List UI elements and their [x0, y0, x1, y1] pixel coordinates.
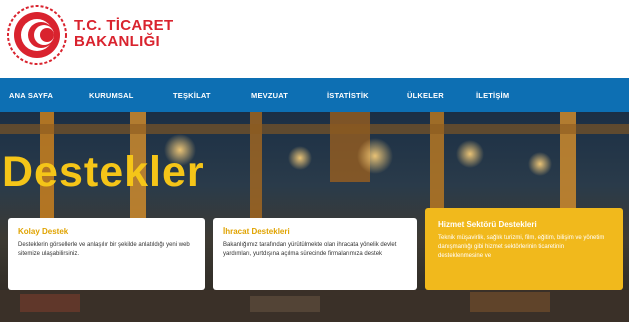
nav-item-ulkeler[interactable]: ÜLKELER	[407, 91, 444, 100]
card-ihracat-destekleri[interactable]: İhracat Destekleri Bakanlığımız tarafınd…	[213, 218, 417, 290]
card-text: Desteklerin görsellerle ve anlaşılır bir…	[18, 242, 190, 257]
card-title[interactable]: İhracat Destekleri	[223, 227, 407, 236]
card-title[interactable]: Kolay Destek	[18, 227, 195, 236]
card-kolay-destek[interactable]: Kolay Destek Desteklerin görsellerle ve …	[8, 218, 205, 290]
card-text: Bakanlığımız tarafından yürütülmekte ola…	[223, 242, 397, 257]
main-nav: ANA SAYFA KURUMSAL TEŞKİLAT MEVZUAT İSTA…	[0, 78, 629, 112]
card-text: Teknik müşavirlik, sağlık turizmi, film,…	[438, 235, 605, 259]
ministry-name[interactable]: T.C. TİCARET BAKANLIĞI	[74, 18, 173, 50]
hero-title: Destekler	[2, 148, 205, 196]
nav-item-mevzuat[interactable]: MEVZUAT	[251, 91, 288, 100]
hero-banner: Destekler Kolay Destek Desteklerin görse…	[0, 112, 629, 322]
nav-item-kurumsal[interactable]: KURUMSAL	[89, 91, 134, 100]
ministry-name-line1: T.C. TİCARET	[74, 17, 174, 34]
ministry-name-line2: BAKANLIĞI	[74, 33, 161, 50]
nav-item-teskilat[interactable]: TEŞKİLAT	[173, 91, 211, 100]
nav-item-istatistik[interactable]: İSTATİSTİK	[327, 91, 369, 100]
nav-item-ana-sayfa[interactable]: ANA SAYFA	[9, 91, 53, 100]
ministry-logo-icon[interactable]	[6, 4, 68, 66]
card-title[interactable]: Hizmet Sektörü Destekleri	[438, 220, 610, 229]
card-hizmet-sektoru-destekleri[interactable]: Hizmet Sektörü Destekleri Teknik müşavir…	[425, 208, 623, 290]
nav-item-iletisim[interactable]: İLETİŞİM	[476, 91, 509, 100]
site-header: T.C. TİCARET BAKANLIĞI	[0, 0, 629, 78]
